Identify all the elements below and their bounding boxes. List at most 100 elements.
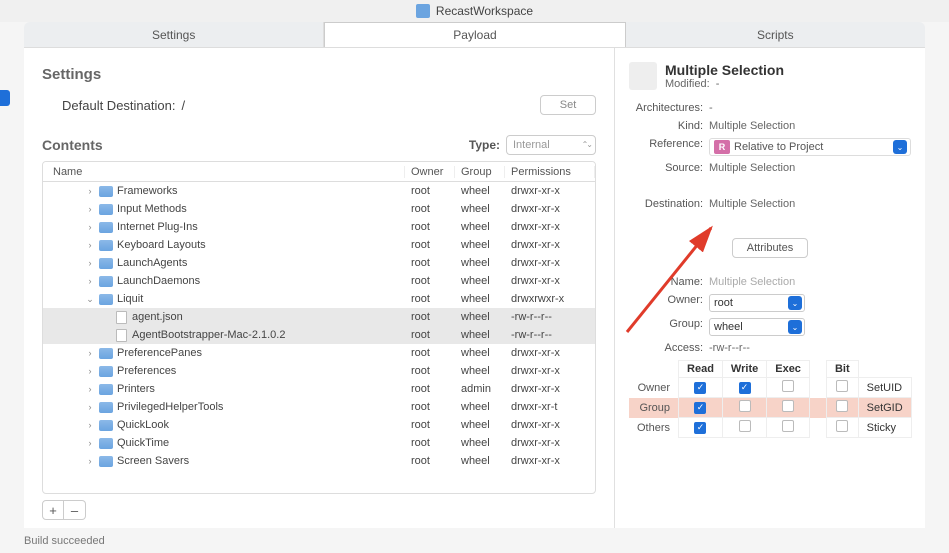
disclosure-icon[interactable]: ›: [85, 204, 95, 214]
reference-badge-icon: R: [714, 140, 730, 154]
table-row[interactable]: ›QuickTimerootwheeldrwxr-xr-x: [43, 434, 595, 452]
disclosure-icon[interactable]: ›: [85, 258, 95, 268]
row-permissions: drwxr-xr-x: [505, 257, 595, 269]
disclosure-icon[interactable]: ›: [85, 222, 95, 232]
checkbox[interactable]: [782, 380, 794, 392]
row-group: wheel: [455, 311, 505, 323]
row-owner: root: [405, 221, 455, 233]
owner-select[interactable]: root⌄: [709, 294, 805, 312]
perm-col-write: Write: [722, 361, 766, 378]
perm-row-others: Others✓Sticky: [629, 418, 911, 438]
architectures-label: Architectures:: [629, 102, 703, 114]
contents-heading: Contents: [42, 137, 103, 153]
table-row[interactable]: ⌄Liquitrootwheeldrwxrwxr-x: [43, 290, 595, 308]
type-select[interactable]: Internal: [506, 135, 596, 155]
row-group: wheel: [455, 437, 505, 449]
folder-icon: [99, 186, 113, 197]
row-name: Internet Plug-Ins: [117, 221, 198, 233]
disclosure-icon[interactable]: ›: [85, 240, 95, 250]
inspector-panel: Multiple Selection Modified: - Architect…: [615, 48, 925, 528]
table-row[interactable]: ›PreferencePanesrootwheeldrwxr-xr-x: [43, 344, 595, 362]
disclosure-icon[interactable]: ›: [85, 348, 95, 358]
disclosure-icon[interactable]: ›: [85, 366, 95, 376]
folder-icon: [99, 348, 113, 359]
disclosure-icon[interactable]: ⌄: [85, 294, 95, 305]
disclosure-icon[interactable]: ›: [85, 186, 95, 196]
row-owner: root: [405, 347, 455, 359]
row-owner: root: [405, 401, 455, 413]
checkbox[interactable]: [836, 420, 848, 432]
disclosure-icon[interactable]: ›: [85, 402, 95, 412]
row-permissions: drwxr-xr-x: [505, 239, 595, 251]
row-name: Screen Savers: [117, 455, 189, 467]
disclosure-icon[interactable]: ›: [85, 438, 95, 448]
table-row[interactable]: ›LaunchDaemonsrootwheeldrwxr-xr-x: [43, 272, 595, 290]
table-row[interactable]: AgentBootstrapper-Mac-2.1.0.2rootwheel-r…: [43, 326, 595, 344]
row-name: Printers: [117, 383, 155, 395]
remove-button[interactable]: –: [64, 500, 86, 520]
table-row[interactable]: ›Keyboard Layoutsrootwheeldrwxr-xr-x: [43, 236, 595, 254]
default-destination-value: /: [181, 98, 540, 113]
row-name: PrivilegedHelperTools: [117, 401, 223, 413]
disclosure-icon[interactable]: ›: [85, 456, 95, 466]
row-owner: root: [405, 185, 455, 197]
row-permissions: drwxr-xr-x: [505, 203, 595, 215]
table-body[interactable]: ›Frameworksrootwheeldrwxr-xr-x›Input Met…: [43, 182, 595, 493]
row-owner: root: [405, 203, 455, 215]
disclosure-icon[interactable]: ›: [85, 384, 95, 394]
checkbox[interactable]: [782, 400, 794, 412]
tab-settings[interactable]: Settings: [24, 22, 324, 47]
row-group: admin: [455, 383, 505, 395]
table-row[interactable]: ›QuickLookrootwheeldrwxr-xr-x: [43, 416, 595, 434]
table-row[interactable]: ›Internet Plug-Insrootwheeldrwxr-xr-x: [43, 218, 595, 236]
table-row[interactable]: ›Input Methodsrootwheeldrwxr-xr-x: [43, 200, 595, 218]
row-permissions: -rw-r--r--: [505, 311, 595, 323]
row-group: wheel: [455, 329, 505, 341]
row-permissions: drwxrwxr-x: [505, 293, 595, 305]
table-row[interactable]: ›PrivilegedHelperToolsrootwheeldrwxr-xr-…: [43, 398, 595, 416]
checkbox[interactable]: [836, 380, 848, 392]
row-name: QuickLook: [117, 419, 169, 431]
row-group: wheel: [455, 419, 505, 431]
row-name: LaunchAgents: [117, 257, 187, 269]
table-row[interactable]: ›Printersrootadmindrwxr-xr-x: [43, 380, 595, 398]
table-row[interactable]: ›Preferencesrootwheeldrwxr-xr-x: [43, 362, 595, 380]
set-button[interactable]: Set: [540, 95, 596, 115]
tab-scripts[interactable]: Scripts: [626, 22, 925, 47]
table-row[interactable]: agent.jsonrootwheel-rw-r--r--: [43, 308, 595, 326]
reference-select[interactable]: R Relative to Project ⌄: [709, 138, 911, 156]
architectures-value: -: [709, 102, 911, 114]
attributes-button[interactable]: Attributes: [732, 238, 808, 258]
row-name: Preferences: [117, 365, 176, 377]
col-name[interactable]: Name: [43, 166, 405, 178]
checkbox[interactable]: ✓: [694, 402, 706, 414]
col-owner[interactable]: Owner: [405, 166, 455, 178]
checkbox[interactable]: [836, 400, 848, 412]
row-group: wheel: [455, 239, 505, 251]
checkbox[interactable]: [739, 420, 751, 432]
checkbox[interactable]: ✓: [739, 382, 751, 394]
disclosure-icon[interactable]: ›: [85, 276, 95, 286]
access-value: -rw-r--r--: [709, 342, 911, 354]
checkbox[interactable]: [739, 400, 751, 412]
table-row[interactable]: ›Frameworksrootwheeldrwxr-xr-x: [43, 182, 595, 200]
checkbox[interactable]: ✓: [694, 382, 706, 394]
folder-icon: [99, 384, 113, 395]
disclosure-icon[interactable]: ›: [85, 420, 95, 430]
group-select[interactable]: wheel⌄: [709, 318, 805, 336]
table-row[interactable]: ›Screen Saversrootwheeldrwxr-xr-x: [43, 452, 595, 470]
col-group[interactable]: Group: [455, 166, 505, 178]
row-owner: root: [405, 437, 455, 449]
folder-icon: [99, 276, 113, 287]
col-permissions[interactable]: Permissions: [505, 166, 595, 178]
add-button[interactable]: +: [42, 500, 64, 520]
folder-icon: [99, 258, 113, 269]
table-row[interactable]: ›LaunchAgentsrootwheeldrwxr-xr-x: [43, 254, 595, 272]
row-permissions: -rw-r--r--: [505, 329, 595, 341]
checkbox[interactable]: ✓: [694, 422, 706, 434]
row-permissions: drwxr-xr-x: [505, 437, 595, 449]
checkbox[interactable]: [782, 420, 794, 432]
row-permissions: drwxr-xr-x: [505, 455, 595, 467]
folder-icon: [99, 402, 113, 413]
tab-payload[interactable]: Payload: [324, 22, 625, 47]
